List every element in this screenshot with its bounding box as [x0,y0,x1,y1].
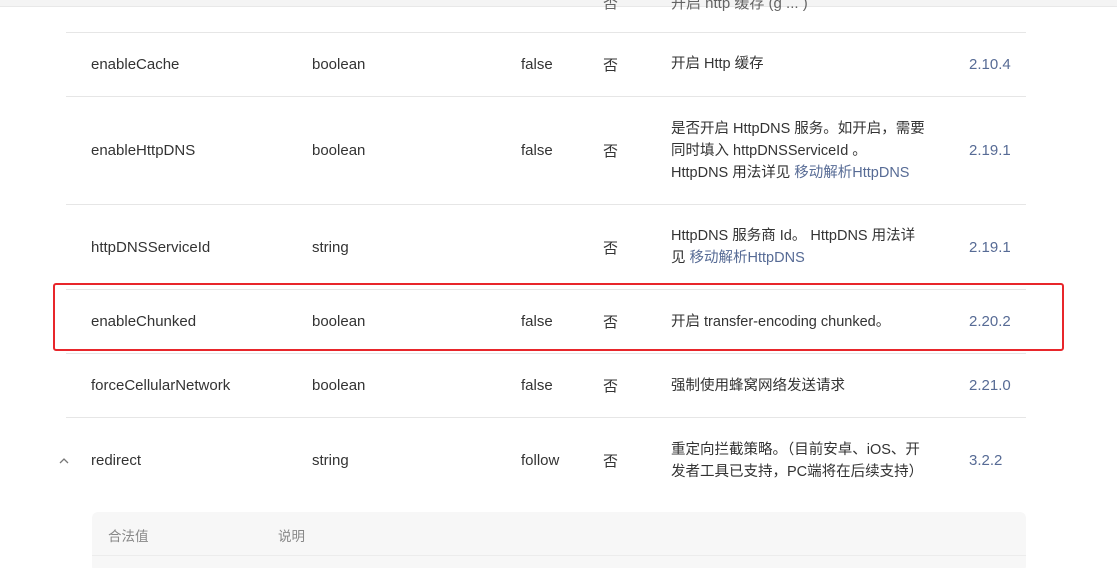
desc-line: HttpDNS 服务商 Id。 HttpDNS 用法详 [671,228,916,244]
version-link[interactable]: 2.19.1 [969,205,1011,289]
subtable-header: 合法值 说明 [92,512,1026,556]
desc-line: 开启 Http 缓存 [671,56,764,72]
required-cell: 否 [603,0,619,12]
param-desc: HttpDNS 服务商 Id。 HttpDNS 用法详 见 移动解析HttpDN… [671,205,931,289]
desc-line: 发者工具已支持，PC端将在后续支持） [671,463,924,480]
table-row-cutoff: 否 开启 http 缓存 (g ... ) [66,0,1026,33]
param-name: forceCellularNetwork [91,377,231,394]
table-row: redirect string follow 否 重定向拦截策略。（目前安卓、i… [59,418,1026,503]
desc-cell: 开启 http 缓存 (g ... ) [671,0,808,12]
param-name: enableHttpDNS [91,142,196,159]
subtable-col-desc: 说明 [278,529,305,544]
desc-line: 是否开启 HttpDNS 服务。如开启，需要 [671,120,925,137]
subtable-col-value: 合法值 [108,529,149,544]
param-default: false [521,142,553,159]
highlight-box [53,283,1064,351]
param-type: string [312,452,349,469]
param-default: false [521,377,553,394]
desc-line: 重定向拦截策略。（目前安卓、iOS、开 [671,441,920,458]
desc-line: HttpDNS 用法详见 移动解析HttpDNS [671,162,925,184]
param-name: enableCache [91,55,180,73]
param-required: 否 [603,378,619,395]
version-link[interactable]: 2.19.1 [969,97,1011,204]
param-type: string [312,238,349,256]
desc-text: 见 [671,250,690,266]
param-desc: 开启 Http 缓存 [671,32,931,96]
param-type: boolean [312,142,366,159]
version-link[interactable]: 2.10.4 [969,32,1011,96]
desc-text: HttpDNS 用法详见 [671,164,795,181]
param-desc: 是否开启 HttpDNS 服务。如开启，需要 同时填入 httpDNSServi… [671,97,931,204]
version-link[interactable]: 2.21.0 [969,354,1011,417]
desc-line: 同时填入 httpDNSServiceId 。 [671,142,867,159]
desc-line: 见 移动解析HttpDNS [671,247,915,269]
table-row: enableCache boolean false 否 开启 Http 缓存 2… [66,32,1026,97]
httpdns-doc-link[interactable]: 移动解析HttpDNS [794,165,909,181]
param-default: follow [521,452,560,469]
param-required: 否 [603,239,619,257]
param-desc: 重定向拦截策略。（目前安卓、iOS、开 发者工具已支持，PC端将在后续支持） [671,418,931,503]
param-type: boolean [312,377,366,394]
redirect-values-subtable: 合法值 说明 [92,512,1026,568]
param-desc: 强制使用蜂窝网络发送请求 [671,354,931,417]
param-name: httpDNSServiceId [91,238,211,256]
table-row: forceCellularNetwork boolean false 否 强制使… [66,354,1026,418]
httpdns-doc-link[interactable]: 移动解析HttpDNS [690,250,805,266]
param-required: 否 [603,56,619,74]
api-doc-page: 否 开启 http 缓存 (g ... ) enableCache boolea… [0,0,1117,568]
table-row: httpDNSServiceId string 否 HttpDNS 服务商 Id… [66,205,1026,290]
param-required: 否 [603,143,619,160]
version-link[interactable]: 3.2.2 [969,418,1002,503]
param-default: false [521,55,553,73]
desc-line: 强制使用蜂窝网络发送请求 [671,377,845,394]
param-name: redirect [91,452,142,469]
table-row: enableHttpDNS boolean false 否 是否开启 HttpD… [66,97,1026,205]
param-type: boolean [312,55,366,73]
param-required: 否 [603,453,619,470]
chevron-up-icon[interactable] [59,418,69,503]
